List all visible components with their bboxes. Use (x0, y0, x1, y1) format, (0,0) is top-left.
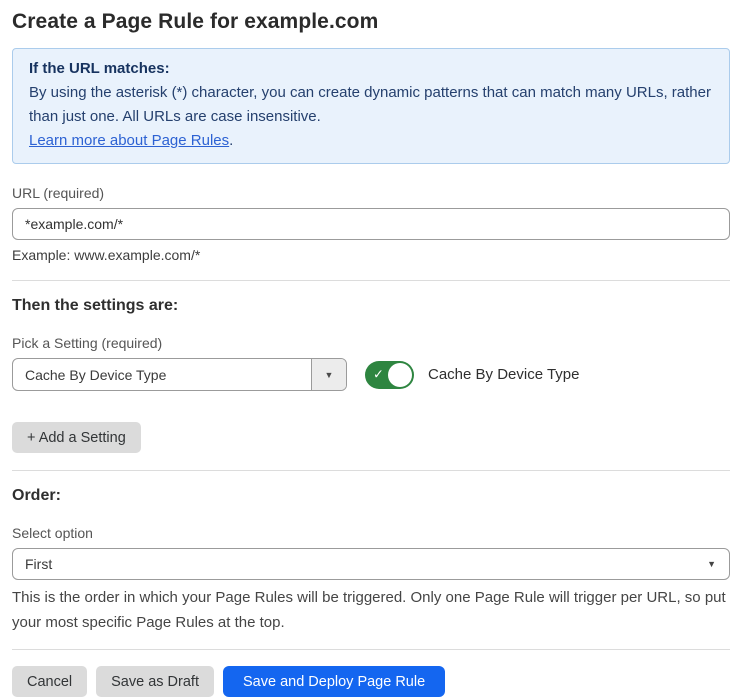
add-setting-button[interactable]: + Add a Setting (12, 422, 141, 453)
save-deploy-button[interactable]: Save and Deploy Page Rule (223, 666, 445, 697)
url-field-label: URL (required) (12, 185, 730, 201)
save-draft-button[interactable]: Save as Draft (96, 666, 214, 697)
link-period: . (229, 132, 233, 149)
page-title: Create a Page Rule for example.com (12, 10, 730, 34)
cancel-button[interactable]: Cancel (12, 666, 87, 697)
url-example-helper: Example: www.example.com/* (12, 247, 730, 263)
divider (12, 280, 730, 281)
order-select-label: Select option (12, 525, 730, 541)
check-icon: ✓ (373, 366, 384, 382)
order-section-heading: Order: (12, 487, 730, 505)
setting-select[interactable]: Cache By Device Type ▼ (12, 358, 347, 391)
footer-buttons: Cancel Save as Draft Save and Deploy Pag… (12, 666, 730, 697)
order-select[interactable]: First ▼ (12, 548, 730, 580)
setting-select-arrow-button[interactable]: ▼ (311, 359, 346, 390)
chevron-down-icon: ▼ (325, 370, 334, 380)
toggle-label: Cache By Device Type (428, 366, 579, 383)
url-input[interactable] (12, 208, 730, 240)
info-box-link-line: Learn more about Page Rules. (29, 129, 713, 153)
order-select-value: First (25, 556, 52, 572)
cache-device-toggle[interactable]: ✓ (365, 361, 414, 389)
info-box-heading: If the URL matches: (29, 57, 713, 81)
order-helper-text: This is the order in which your Page Rul… (12, 585, 730, 635)
setting-select-value: Cache By Device Type (13, 359, 311, 390)
pick-setting-label: Pick a Setting (required) (12, 335, 730, 351)
divider (12, 470, 730, 471)
divider (12, 649, 730, 650)
toggle-knob (388, 363, 412, 387)
chevron-down-icon: ▼ (707, 559, 716, 569)
url-match-info-box: If the URL matches: By using the asteris… (12, 48, 730, 164)
settings-section-heading: Then the settings are: (12, 297, 730, 315)
learn-more-link[interactable]: Learn more about Page Rules (29, 132, 229, 149)
info-box-body: By using the asterisk (*) character, you… (29, 81, 713, 129)
setting-row: Cache By Device Type ▼ ✓ Cache By Device… (12, 358, 730, 391)
page-rule-form: Create a Page Rule for example.com If th… (0, 0, 750, 697)
